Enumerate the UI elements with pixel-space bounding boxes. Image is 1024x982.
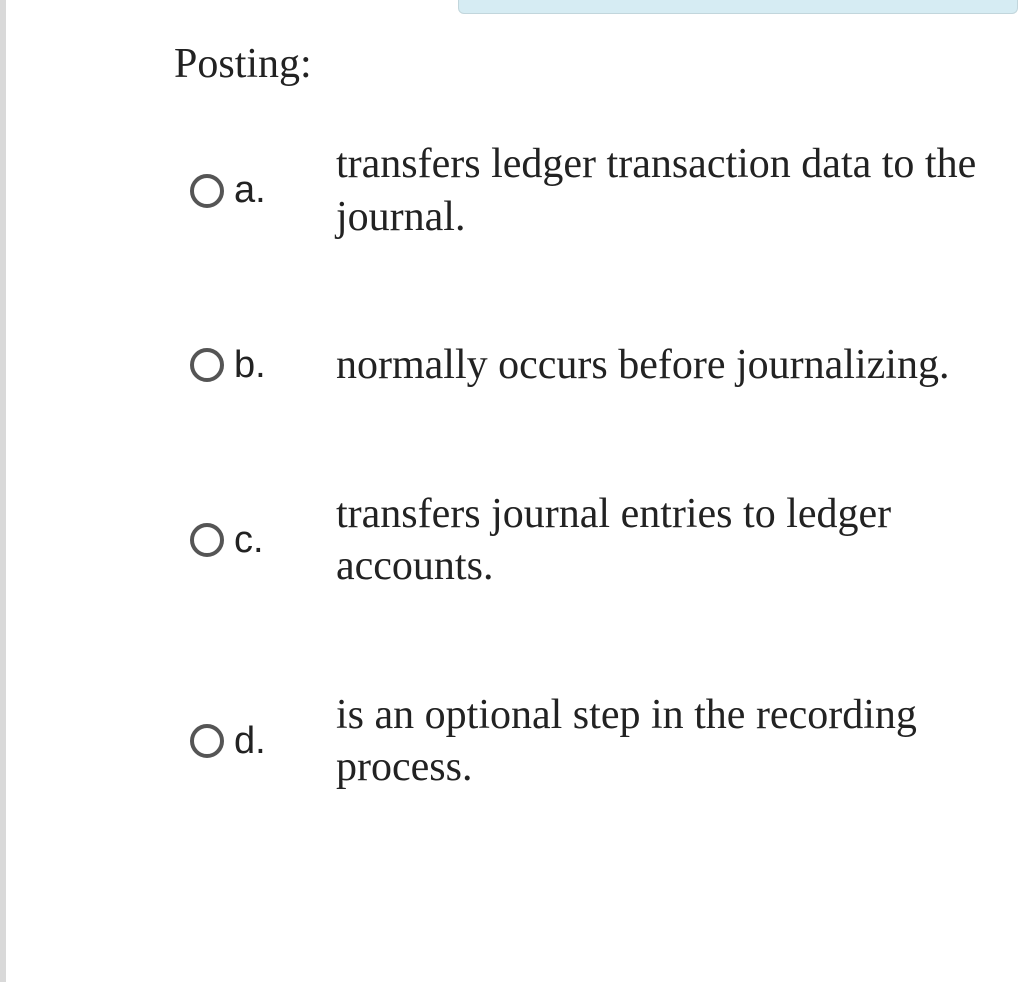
radio-c[interactable] [190,523,224,557]
option-control-a: a. [190,169,290,212]
radio-d[interactable] [190,724,224,758]
option-letter-c: c. [234,519,264,562]
option-text-b: normally occurs before journalizing. [336,339,949,392]
radio-b[interactable] [190,348,224,382]
option-control-d: d. [190,720,290,763]
option-text-a: transfers ledger transaction data to the… [336,138,984,243]
question-stem: Posting: [174,40,984,88]
option-letter-d: d. [234,720,266,763]
option-row-c: c. transfers journal entries to ledger a… [190,488,984,593]
info-panel [458,0,1018,14]
option-row-d: d. is an optional step in the recording … [190,689,984,794]
option-row-b: b. normally occurs before journalizing. [190,339,984,392]
options-list: a. transfers ledger transaction data to … [174,138,984,794]
radio-a[interactable] [190,174,224,208]
option-control-c: c. [190,519,290,562]
option-control-b: b. [190,344,290,387]
option-letter-b: b. [234,344,266,387]
option-letter-a: a. [234,169,266,212]
option-text-d: is an optional step in the recording pro… [336,689,984,794]
option-text-c: transfers journal entries to ledger acco… [336,488,984,593]
option-row-a: a. transfers ledger transaction data to … [190,138,984,243]
question-page: Posting: a. transfers ledger transaction… [0,0,1024,982]
